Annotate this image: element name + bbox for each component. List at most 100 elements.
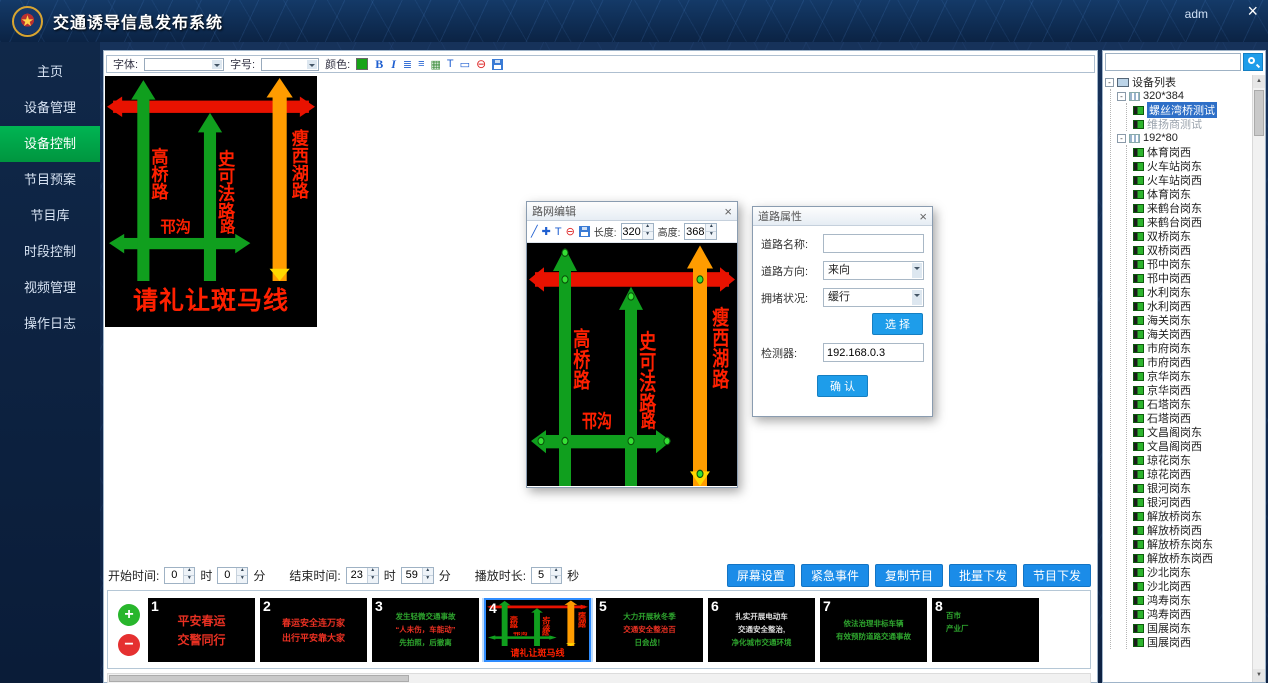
spin-up-icon[interactable]: ▲ — [368, 568, 378, 575]
spin-up-icon[interactable]: ▲ — [643, 224, 653, 231]
bold-button[interactable]: B — [374, 57, 384, 72]
tree-device[interactable]: 邗中岗东 — [1133, 257, 1251, 271]
tree-device[interactable]: 体育岗西 — [1133, 145, 1251, 159]
tree-device[interactable]: 文昌阁岗东 — [1133, 425, 1251, 439]
delete-icon[interactable]: ⊖ — [566, 225, 575, 238]
program-thumbnail[interactable]: 7 依法治理非标车辆 有效预防道路交通事故 — [820, 598, 927, 662]
led-screen-preview[interactable]: 请礼让斑马线 — [105, 76, 317, 327]
action-button[interactable]: 屏幕设置 — [727, 564, 795, 587]
line-tool-icon[interactable]: ╱ — [531, 225, 538, 238]
spin-down-icon[interactable]: ▼ — [368, 575, 378, 583]
start-hour-input[interactable] — [165, 568, 183, 583]
action-button[interactable]: 节目下发 — [1023, 564, 1091, 587]
tree-device[interactable]: 邗中岗西 — [1133, 271, 1251, 285]
scroll-up-icon[interactable]: ▲ — [1253, 75, 1265, 88]
search-button[interactable] — [1243, 53, 1263, 71]
tree-device[interactable]: 火车站岗东 — [1133, 159, 1251, 173]
collapse-icon[interactable]: - — [1117, 134, 1126, 143]
insert-image-icon[interactable]: ▦ — [431, 58, 441, 71]
tree-device[interactable]: 银河岗西 — [1133, 495, 1251, 509]
close-icon[interactable]: × — [724, 205, 732, 218]
scroll-down-icon[interactable]: ▼ — [1253, 669, 1265, 682]
tree-device[interactable]: 来鹤台岗东 — [1133, 201, 1251, 215]
end-hour-input[interactable] — [347, 568, 367, 583]
spin-up-icon[interactable]: ▲ — [184, 568, 194, 575]
text-tool-icon[interactable]: T — [555, 226, 562, 238]
tree-device[interactable]: 双桥岗东 — [1133, 229, 1251, 243]
italic-button[interactable]: I — [390, 57, 397, 72]
spin-down-icon[interactable]: ▼ — [237, 575, 247, 583]
program-thumbnail[interactable]: 6 扎实开展电动车 交通安全整治, 净化城市交通环境 — [708, 598, 815, 662]
confirm-button[interactable]: 确 认 — [817, 375, 868, 397]
spin-up-icon[interactable]: ▲ — [551, 568, 561, 575]
font-size-select[interactable] — [261, 58, 319, 71]
start-minute-input[interactable] — [218, 568, 236, 583]
spin-up-icon[interactable]: ▲ — [706, 224, 716, 231]
tree-device[interactable]: 石塔岗东 — [1133, 397, 1251, 411]
sidebar-item[interactable]: 操作日志 — [0, 306, 100, 342]
tree-device[interactable]: 解放桥岗西 — [1133, 523, 1251, 537]
text-tool-icon[interactable]: T — [447, 58, 454, 70]
align-center-icon[interactable]: ≡ — [418, 58, 424, 70]
select-button[interactable]: 选 择 — [872, 313, 923, 335]
tree-device[interactable]: 鸿寿岗东 — [1133, 593, 1251, 607]
congestion-select[interactable]: 缓行 — [823, 288, 924, 307]
tree-device[interactable]: 京华岗西 — [1133, 383, 1251, 397]
frame-tool-icon[interactable]: ▭ — [460, 58, 470, 71]
program-thumbnail[interactable]: 1 平安春运 交警同行 — [148, 598, 255, 662]
tree-device[interactable]: 银河岗东 — [1133, 481, 1251, 495]
vertical-scrollbar[interactable]: ▲ ▼ — [1252, 75, 1265, 682]
remove-program-button[interactable]: − — [118, 634, 140, 656]
roadnet-canvas[interactable] — [527, 243, 737, 486]
duration-input[interactable] — [532, 568, 550, 583]
sidebar-item[interactable]: 视频管理 — [0, 270, 100, 306]
tree-device[interactable]: 文昌阁岗西 — [1133, 439, 1251, 453]
save-icon[interactable] — [579, 226, 590, 237]
horizontal-scrollbar[interactable] — [107, 673, 1091, 683]
road-name-input[interactable] — [823, 234, 924, 253]
tree-device[interactable]: 沙北岗西 — [1133, 579, 1251, 593]
color-swatch[interactable] — [356, 58, 368, 70]
tree-device[interactable]: 国展岗东 — [1133, 621, 1251, 635]
logged-in-user[interactable]: adm — [1185, 7, 1208, 21]
move-tool-icon[interactable]: ✚ — [542, 225, 551, 238]
add-program-button[interactable]: + — [118, 604, 140, 626]
height-input[interactable] — [685, 224, 705, 239]
spin-up-icon[interactable]: ▲ — [423, 568, 433, 575]
spin-down-icon[interactable]: ▼ — [184, 575, 194, 583]
tree-device[interactable]: 海关岗东 — [1133, 313, 1251, 327]
tree-device[interactable]: 维扬商测试 — [1133, 117, 1251, 131]
action-button[interactable]: 批量下发 — [949, 564, 1017, 587]
spin-down-icon[interactable]: ▼ — [423, 575, 433, 583]
tree-group[interactable]: - 192*80 — [1117, 131, 1251, 145]
tree-device[interactable]: 火车站岗西 — [1133, 173, 1251, 187]
program-thumbnail[interactable]: 5 大力开展秋冬季 交通安全整治百 日会战！ — [596, 598, 703, 662]
align-left-icon[interactable]: ≣ — [403, 58, 412, 71]
font-select[interactable] — [144, 58, 224, 71]
save-icon[interactable] — [492, 59, 503, 70]
delete-icon[interactable]: ⊖ — [476, 57, 486, 71]
window-close-icon[interactable]: × — [1247, 2, 1258, 20]
program-thumbnail[interactable]: 2 春运安全连万家 出行平安靠大家 — [260, 598, 367, 662]
tree-device[interactable]: 水利岗东 — [1133, 285, 1251, 299]
tree-device[interactable]: 水利岗西 — [1133, 299, 1251, 313]
tree-root[interactable]: - 设备列表 — [1105, 75, 1251, 89]
action-button[interactable]: 紧急事件 — [801, 564, 869, 587]
detector-input[interactable] — [823, 343, 924, 362]
tree-device[interactable]: 解放桥东岗西 — [1133, 551, 1251, 565]
tree-device[interactable]: 海关岗西 — [1133, 327, 1251, 341]
tree-device-selected[interactable]: 螺丝湾桥测试 — [1133, 103, 1251, 117]
dialog-titlebar[interactable]: 路网编辑 × — [527, 202, 737, 221]
tree-device[interactable]: 国展岗西 — [1133, 635, 1251, 649]
tree-device[interactable]: 双桥岗西 — [1133, 243, 1251, 257]
tree-device[interactable]: 石塔岗西 — [1133, 411, 1251, 425]
program-thumbnail[interactable]: 3 发生轻微交通事故 “人未伤，车能动” 先拍照，后撤离 — [372, 598, 479, 662]
sidebar-item[interactable]: 主页 — [0, 54, 100, 90]
action-button[interactable]: 复制节目 — [875, 564, 943, 587]
program-thumbnail-selected[interactable]: 4 请礼让斑马线 — [484, 598, 591, 662]
road-direction-select[interactable]: 来向 — [823, 261, 924, 280]
vertical-scrollbar-thumb[interactable] — [1254, 90, 1264, 136]
sidebar-item[interactable]: 时段控制 — [0, 234, 100, 270]
tree-device[interactable]: 琼花岗西 — [1133, 467, 1251, 481]
close-icon[interactable]: × — [919, 210, 927, 223]
